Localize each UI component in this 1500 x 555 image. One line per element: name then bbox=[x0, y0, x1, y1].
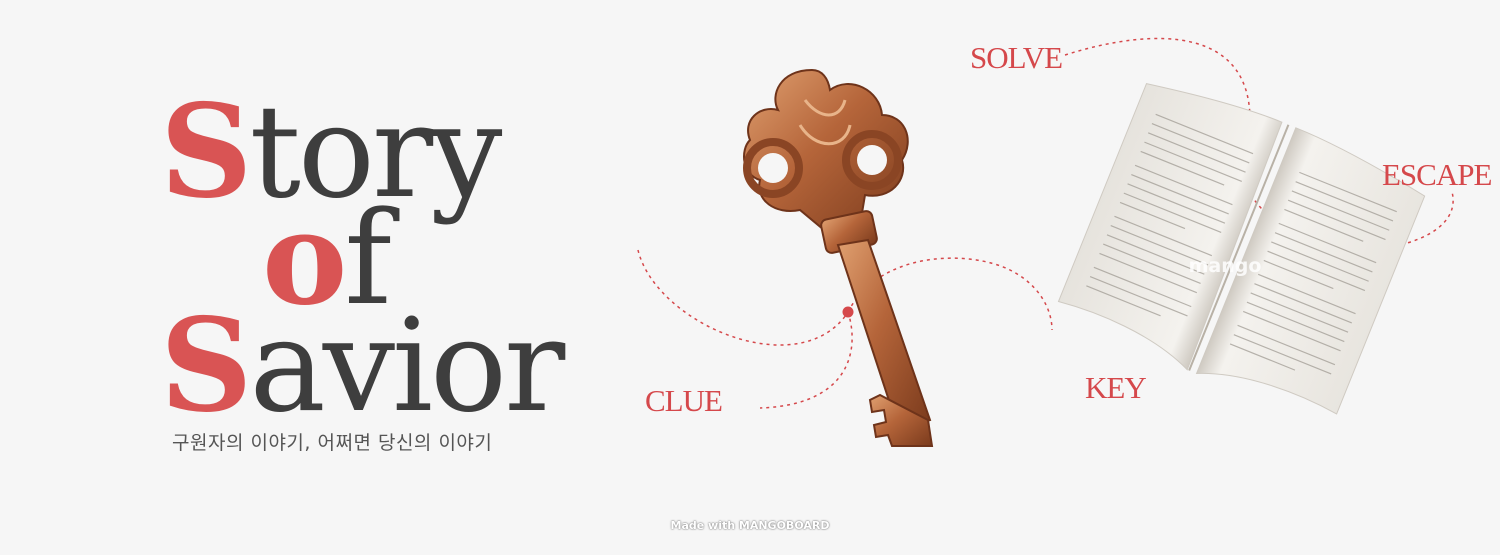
subtitle: 구원자의 이야기, 어쩌면 당신의 이야기 bbox=[172, 432, 493, 454]
footer-credit: Made with MANGOBOARD bbox=[670, 519, 830, 532]
connector-clue bbox=[637, 249, 849, 346]
label-clue: CLUE bbox=[645, 383, 723, 418]
key-image bbox=[743, 68, 934, 447]
connector-clue-lower bbox=[759, 311, 853, 409]
title-initial: S bbox=[160, 77, 252, 227]
label-escape: ESCAPE bbox=[1382, 157, 1492, 192]
title-initial: S bbox=[160, 291, 252, 441]
banner: mango Story of Savior 구원자의 이야기, 어쩌면 당신의 … bbox=[0, 0, 1500, 555]
label-solve: SOLVE bbox=[970, 40, 1063, 75]
title-line-savior: Savior bbox=[160, 302, 565, 431]
title-word: avior bbox=[249, 292, 565, 441]
node-dot-key bbox=[842, 306, 854, 318]
label-key: KEY bbox=[1085, 370, 1147, 405]
book-watermark: mango bbox=[1189, 255, 1262, 277]
